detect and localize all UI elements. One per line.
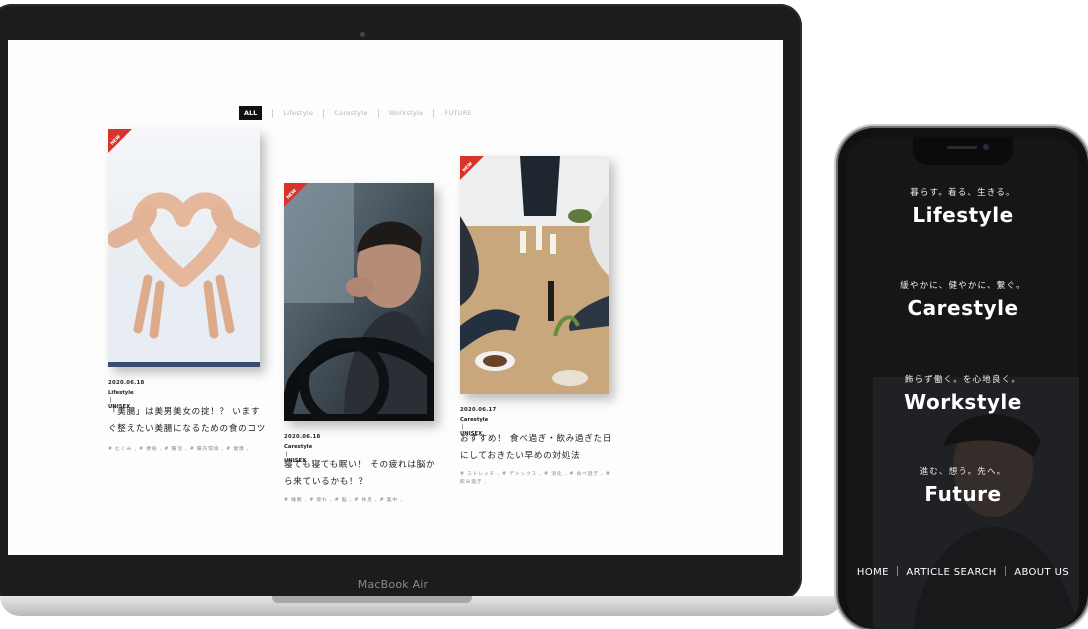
article-date: 2020.06.17 — [460, 407, 497, 413]
divider — [377, 108, 379, 118]
article-thumbnail[interactable]: NEW — [108, 129, 260, 367]
menu-tagline: 緩やかに、健やかに、繋ぐ。 — [900, 281, 1026, 291]
laptop-opening-notch — [272, 596, 472, 603]
divider — [433, 108, 435, 118]
article-tags[interactable]: # ストレッチ , # デトックス , # 消化 , # 食べ過ぎ , # 飲み… — [460, 471, 620, 487]
speaker-icon — [947, 146, 977, 149]
menu-lifestyle[interactable]: 暮らす。着る、生きる。 Lifestyle — [847, 186, 1079, 227]
menu-title: Future — [924, 482, 1002, 506]
title-line: ら来ているかも！？ — [284, 477, 368, 487]
laptop-screen: ALL Lifestyle Carestyle Workstyle FUTURE — [8, 40, 783, 555]
filter-all[interactable]: ALL — [239, 106, 263, 120]
article-date: 2020.06.18 — [108, 380, 145, 386]
menu-carestyle[interactable]: 緩やかに、健やかに、繋ぐ。 Carestyle — [847, 279, 1079, 320]
filter-workstyle[interactable]: Workstyle — [389, 109, 424, 117]
menu-tagline: 進む、想う。先へ。 — [919, 467, 1007, 477]
menu-tagline: 暮らす。着る、生きる。 — [910, 188, 1016, 198]
article-thumbnail[interactable]: NEW — [284, 183, 434, 421]
heart-hands-photo — [108, 129, 260, 367]
menu-title: Lifestyle — [912, 203, 1014, 227]
title-line: 寝ても寝ても眠い！ その疲れは脳か — [284, 460, 436, 470]
laptop-brand-label: MacBook Air — [357, 578, 429, 591]
title-line: にしておきたい早めの対処法 — [460, 451, 581, 461]
filter-future[interactable]: FUTURE — [444, 109, 472, 117]
camera-icon — [983, 144, 989, 150]
divider — [272, 108, 274, 118]
phone-screen: 暮らす。着る、生きる。 Lifestyle 緩やかに、健やかに、繋ぐ。 Care… — [847, 137, 1079, 629]
article-title[interactable]: おすすめ！ 食べ過ぎ・飲み過ぎた日 にしておきたい早めの対処法 — [460, 431, 620, 465]
phone-footer-nav[interactable]: HOME ｜ ARTICLE SEARCH ｜ ABOUT US — [847, 563, 1079, 578]
menu-tagline: 飾らず働く。を心地良く。 — [904, 375, 1022, 385]
article-tags[interactable]: # 睡眠 , # 疲れ , # 脳 , # 休息 , # 集中 , — [284, 497, 444, 505]
menu-future[interactable]: 進む、想う。先へ。 Future — [847, 465, 1079, 506]
tired-man-photo — [284, 183, 434, 421]
filter-carestyle[interactable]: Carestyle — [334, 109, 367, 117]
menu-title: Carestyle — [907, 296, 1019, 320]
article-thumbnail[interactable]: NEW — [460, 156, 609, 394]
article-tags[interactable]: # むくみ , # 便秘 , # 腸活 , # 腸内環境 , # 健康 , — [108, 446, 266, 454]
filter-lifestyle[interactable]: Lifestyle — [283, 109, 313, 117]
tags-line: 飲み過ぎ , — [460, 480, 488, 485]
divider — [323, 108, 325, 118]
menu-title: Workstyle — [904, 390, 1022, 414]
camera-icon — [360, 32, 365, 37]
title-line: ぐ整えたい美腸になるための食のコツ — [108, 424, 266, 434]
article-date: 2020.06.18 — [284, 434, 321, 440]
title-line: 「美腸」は美男美女の掟！？ います — [108, 407, 261, 417]
article-title[interactable]: 「美腸」は美男美女の掟！？ います ぐ整えたい美腸になるための食のコツ — [108, 404, 266, 438]
phone-notch — [913, 137, 1013, 165]
tags-line: # ストレッチ , # デトックス , # 消化 , # 食べ過ぎ , # — [460, 472, 611, 477]
toast-party-photo — [460, 156, 609, 394]
menu-workstyle[interactable]: 飾らず働く。を心地良く。 Workstyle — [847, 373, 1079, 414]
article-title[interactable]: 寝ても寝ても眠い！ その疲れは脳か ら来ているかも！？ — [284, 457, 444, 491]
phone-device: 暮らす。着る、生きる。 Lifestyle 緩やかに、健やかに、繋ぐ。 Care… — [838, 128, 1088, 629]
title-line: おすすめ！ 食べ過ぎ・飲み過ぎた日 — [460, 434, 613, 444]
category-filter-nav: ALL Lifestyle Carestyle Workstyle FUTURE — [239, 106, 472, 120]
